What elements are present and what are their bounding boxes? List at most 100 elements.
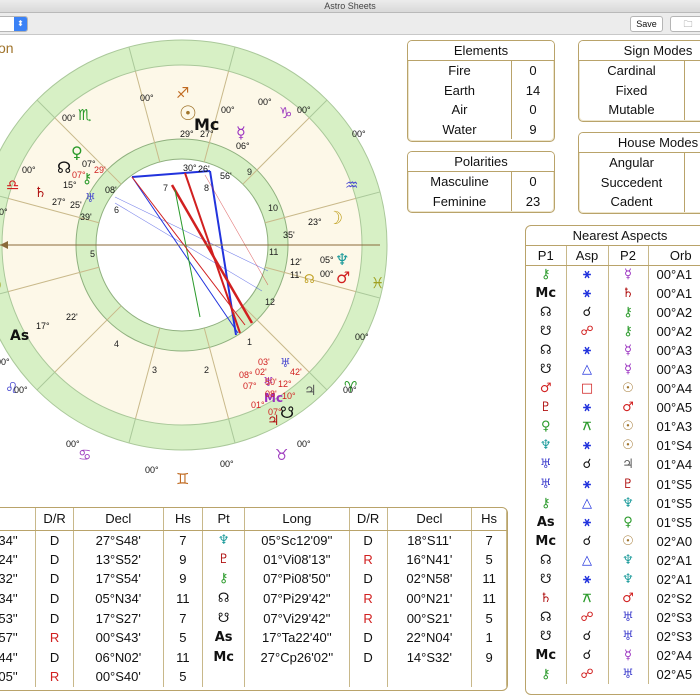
- planet-icon: ♆: [202, 530, 246, 550]
- table-cell: 9: [163, 569, 204, 589]
- table-row: 24'' D 13°S52' 9 ♇ 01°Vi08'13'' R 16°N41' 5: [0, 549, 507, 570]
- house-number: 7: [163, 183, 168, 193]
- table-cell: D: [35, 530, 74, 550]
- sign-modes-table: Sign Modes Cardinal Fixed Mutable: [578, 40, 700, 122]
- table-cell: 05°N34': [73, 588, 164, 609]
- elements-row: Water 9: [408, 119, 554, 139]
- planet-icon: Mc: [526, 645, 567, 665]
- polarities-table: Polarities Masculine 0 Feminine 23: [407, 151, 555, 213]
- aspect-icon: ☌: [566, 645, 609, 665]
- planet-icon: ♆: [608, 550, 649, 570]
- table-cell: 7: [163, 608, 204, 628]
- chart-select[interactable]: ⬍: [0, 16, 28, 32]
- orb-value: 02°A1: [648, 550, 700, 570]
- planet-icon: ♃: [608, 455, 649, 475]
- degree-label: 01°: [251, 400, 265, 410]
- table-cell: R: [349, 608, 388, 628]
- degree-label: 12': [290, 257, 302, 267]
- table-cell: 16°N41': [387, 549, 473, 570]
- degree-label: 07°: [268, 407, 282, 417]
- aspect-icon: ⚹: [566, 512, 609, 532]
- planet-icon: ♅: [526, 455, 567, 475]
- aspect-row: ⚷ ⚹ ☿ 00°A1: [526, 265, 700, 285]
- orb-value: 02°A1: [648, 569, 700, 589]
- degree-label: 15°: [63, 180, 77, 190]
- planet-icon: As: [202, 627, 246, 648]
- degree-label: 12°: [278, 379, 292, 389]
- degree-label: 00°: [0, 207, 8, 217]
- degree-label: 50': [265, 377, 277, 387]
- aspect-row: ♅ ☌ ♃ 01°A4: [526, 455, 700, 475]
- folder-button[interactable]: 🗀: [670, 16, 700, 32]
- degree-label: 00°: [297, 439, 311, 449]
- table-cell: R: [349, 549, 388, 570]
- table-cell: D: [35, 569, 74, 589]
- planet-icon: ☋: [526, 626, 567, 646]
- table-cell: 07°Pi29'42'': [244, 588, 350, 609]
- sign-modes-title: Sign Modes: [579, 41, 700, 61]
- aspect-icon: △: [566, 493, 609, 513]
- row-label: Water: [408, 119, 512, 139]
- table-cell: 14°S32': [387, 647, 473, 668]
- degree-label: 00°: [0, 357, 10, 367]
- table-cell: 57'': [0, 627, 37, 648]
- orb-value: 00°A4: [648, 379, 700, 399]
- table-row: 34'' D 05°N34' 11 ☊ 07°Pi29'42'' R 00°N21' 11: [0, 588, 507, 609]
- degree-label: 29': [94, 165, 106, 175]
- aspect-row: ☋ △ ☿ 00°A3: [526, 360, 700, 380]
- planet-icon: Mc: [202, 647, 246, 668]
- house-number: 2: [204, 365, 209, 375]
- elements-row: Air 0: [408, 100, 554, 120]
- table-cell: 17°Ta22'40'': [244, 627, 350, 648]
- table-cell: D: [35, 608, 74, 628]
- sign_modes-row: Mutable: [579, 100, 700, 120]
- table-cell: 01°Vi08'13'': [244, 549, 350, 570]
- save-button[interactable]: Save: [630, 16, 663, 32]
- aspect-row: ☊ ☌ ⚷ 00°A2: [526, 303, 700, 323]
- column-header: D/R: [35, 508, 74, 531]
- elements-row: Earth 14: [408, 80, 554, 100]
- aspect-icon: ⚹: [566, 436, 609, 456]
- table-cell: 34'': [0, 588, 37, 609]
- table-cell: 05'': [0, 667, 37, 687]
- planet-icon: ♆: [608, 493, 649, 513]
- degree-label: 10°: [282, 391, 296, 401]
- column-header: Long: [244, 508, 350, 531]
- table-cell: [471, 667, 507, 687]
- table-cell: 9: [471, 647, 507, 668]
- aspect-row: ⚷ △ ♆ 01°S5: [526, 493, 700, 513]
- planet-icon: ♅: [526, 474, 567, 494]
- degree-label: 00°: [221, 105, 235, 115]
- aspect-row: ☊ ⚹ ☿ 00°A3: [526, 341, 700, 361]
- table-cell: 1: [471, 627, 507, 648]
- planet-icon: ☊: [304, 272, 315, 286]
- zodiac-sign-icon: ♊: [176, 470, 189, 488]
- zodiac-sign-icon: ♉: [275, 446, 288, 464]
- aspect-icon: ⚹: [566, 398, 609, 418]
- planet-icon: ☊: [526, 303, 567, 323]
- aspect-row: ☊ ☍ ♅ 02°S3: [526, 607, 700, 627]
- planet-icon: ♄: [526, 588, 567, 608]
- table-cell: [349, 667, 388, 687]
- planet-icon: As: [10, 328, 29, 344]
- planet-icon: ⚷: [608, 303, 649, 323]
- table-cell: 17°S27': [73, 608, 164, 628]
- degree-label: 00°: [22, 165, 36, 175]
- degree-label: 00°: [140, 93, 154, 103]
- degree-label: 22': [66, 312, 78, 322]
- aspect-icon: ☍: [566, 664, 609, 685]
- planet-icon: ☋: [526, 322, 567, 342]
- orb-value: 01°S5: [648, 474, 700, 494]
- degree-label: 27°: [200, 129, 214, 139]
- degree-label: 35': [283, 230, 295, 240]
- zodiac-sign-icon: ♒: [345, 176, 358, 194]
- column-header: Decl: [387, 508, 473, 531]
- house-number: 11: [269, 247, 278, 257]
- house-number: 6: [114, 205, 119, 215]
- zodiac-sign-icon: ♍: [0, 276, 1, 294]
- table-row: 34'' D 27°S48' 7 ♆ 05°Sc12'09'' D 18°S11' 7: [0, 530, 507, 550]
- table-cell: 07°Vi29'42'': [244, 608, 350, 628]
- row-value: 0: [529, 102, 537, 117]
- aspect-row: ♄ ⚻ ♂ 02°S2: [526, 588, 700, 608]
- planet-positions-table: D/R Decl Hs Pt Long D/R Decl Hs 34'' D 27°S48' 7 ♆ 0…: [0, 507, 508, 691]
